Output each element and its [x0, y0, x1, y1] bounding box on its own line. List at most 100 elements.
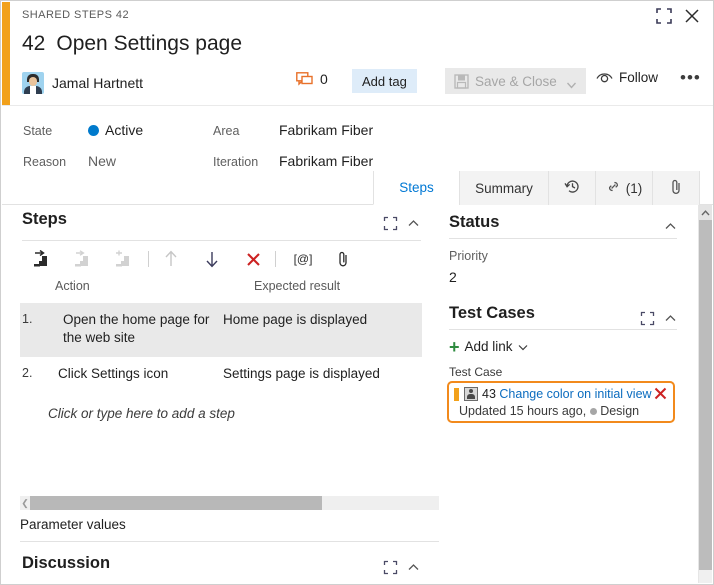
- work-item-title[interactable]: Open Settings page: [56, 32, 242, 56]
- reason-label: Reason: [23, 155, 67, 169]
- remove-link-icon[interactable]: [653, 386, 668, 404]
- create-shared-steps-icon: [110, 247, 134, 271]
- table-row[interactable]: 1. Open the home page for the web site H…: [20, 303, 422, 357]
- step-action[interactable]: Open the home page for the web site: [48, 303, 223, 357]
- step-action[interactable]: Click Settings icon: [48, 357, 223, 393]
- expand-icon[interactable]: [383, 560, 398, 575]
- work-item-header: SHARED STEPS 42 42 Open Settings page Ja…: [1, 1, 713, 105]
- plus-icon: +: [449, 336, 460, 357]
- work-item-type-accent-bar: [2, 2, 10, 105]
- work-item-window: SHARED STEPS 42 42 Open Settings page Ja…: [0, 0, 714, 585]
- follow-button[interactable]: Follow: [596, 70, 658, 85]
- save-and-close-button[interactable]: Save & Close: [445, 68, 586, 94]
- work-item-id: 42: [22, 32, 46, 55]
- step-expected-result[interactable]: Home page is displayed: [223, 303, 422, 357]
- move-down-icon[interactable]: [200, 247, 224, 271]
- follow-label: Follow: [619, 70, 659, 85]
- scroll-left-icon[interactable]: ❮: [20, 496, 30, 510]
- insert-parameter-icon[interactable]: [@]: [289, 247, 317, 271]
- tab-links[interactable]: (1): [595, 171, 652, 205]
- steps-section-header: Steps: [2, 205, 439, 241]
- eye-icon: [596, 73, 613, 83]
- tab-history[interactable]: [548, 171, 595, 205]
- page-title: 42 Open Settings page: [22, 32, 242, 56]
- insert-shared-steps-icon: [69, 247, 93, 271]
- steps-pane: Steps [@] Action Expected result 1. Open…: [2, 205, 512, 584]
- area-value[interactable]: Fabrikam Fiber: [279, 122, 373, 138]
- chevron-up-icon[interactable]: [407, 561, 420, 574]
- step-number: 2.: [22, 366, 33, 380]
- attach-file-icon[interactable]: [331, 247, 355, 271]
- table-row[interactable]: 2. Click Settings icon Settings page is …: [20, 357, 422, 393]
- expand-icon[interactable]: [383, 216, 398, 231]
- assigned-to-name[interactable]: Jamal Hartnett: [52, 75, 143, 91]
- priority-label: Priority: [449, 249, 488, 263]
- step-number: 1.: [22, 312, 33, 326]
- iteration-value[interactable]: Fabrikam Fiber: [279, 153, 373, 169]
- save-icon: [454, 73, 469, 89]
- delete-step-icon[interactable]: [241, 247, 265, 271]
- comment-icon: [296, 71, 313, 86]
- field-strip: State Active Reason New Area Fabrikam Fi…: [2, 105, 713, 172]
- tab-steps-label: Steps: [399, 180, 434, 195]
- comment-count: 0: [320, 71, 328, 87]
- tab-attachments[interactable]: [652, 171, 700, 205]
- test-case-updated-text: Updated 15 hours ago,: [459, 404, 587, 418]
- avatar: [22, 72, 44, 94]
- chevron-down-icon[interactable]: [518, 339, 528, 354]
- state-label: State: [23, 124, 53, 138]
- move-up-icon: [159, 247, 183, 271]
- details-pane: Status Priority 2 Test Cases + Add link …: [439, 205, 700, 583]
- link-group-label: Test Case: [449, 365, 503, 379]
- more-options-button[interactable]: •••: [680, 69, 701, 86]
- scrollbar-thumb[interactable]: [699, 220, 712, 570]
- test-case-link-name: Change color on initial view: [499, 387, 652, 401]
- steps-toolbar: [@]: [2, 241, 439, 277]
- chevron-down-icon[interactable]: [566, 77, 577, 92]
- state-color-dot: [590, 408, 598, 415]
- area-label: Area: [213, 124, 240, 138]
- state-value[interactable]: Active: [105, 122, 143, 138]
- close-icon[interactable]: [683, 7, 701, 25]
- expand-icon[interactable]: [640, 311, 655, 326]
- tab-summary[interactable]: Summary: [459, 171, 548, 205]
- test-case-link-title[interactable]: 43 Change color on initial view: [482, 387, 652, 401]
- status-section-title: Status: [449, 213, 500, 231]
- add-link-button[interactable]: + Add link: [449, 336, 528, 357]
- column-expected-result: Expected result: [254, 279, 341, 293]
- state-color-dot: [88, 125, 99, 136]
- add-step-placeholder[interactable]: Click or type here to add a step: [20, 393, 422, 421]
- test-case-link-id: 43: [482, 387, 496, 401]
- tab-summary-label: Summary: [475, 180, 533, 196]
- chevron-up-icon[interactable]: [407, 217, 420, 230]
- steps-section-title: Steps: [22, 210, 67, 228]
- test-case-state: Design: [600, 404, 640, 418]
- scrollbar-thumb[interactable]: [30, 496, 322, 510]
- steps-grid-header: Action Expected result: [2, 279, 439, 303]
- comment-count-button[interactable]: 0: [296, 71, 328, 87]
- save-and-close-label: Save & Close: [475, 73, 557, 89]
- link-icon: [606, 179, 621, 197]
- test-case-icon: [464, 387, 478, 401]
- chevron-up-icon[interactable]: [664, 312, 677, 325]
- insert-step-icon[interactable]: [28, 247, 52, 271]
- step-expected-result[interactable]: Settings page is displayed: [223, 357, 422, 393]
- discussion-section-header: Discussion: [2, 549, 439, 584]
- test-case-link-item[interactable]: 43 Change color on initial view Updated …: [447, 381, 675, 423]
- add-link-label: Add link: [464, 339, 513, 354]
- add-tag-button[interactable]: Add tag: [352, 69, 417, 93]
- priority-value[interactable]: 2: [449, 269, 457, 285]
- tab-links-count: (1): [625, 180, 643, 196]
- work-item-type-stripe: [454, 388, 459, 401]
- expand-icon[interactable]: [655, 7, 673, 25]
- tab-steps[interactable]: Steps: [373, 171, 459, 205]
- history-icon: [563, 178, 581, 198]
- test-case-link-subtitle: Updated 15 hours ago, Design: [459, 404, 639, 418]
- tab-bar: Steps Summary (1): [2, 171, 713, 205]
- steps-grid: 1. Open the home page for the web site H…: [20, 303, 422, 421]
- page-vertical-scrollbar[interactable]: [699, 205, 712, 583]
- reason-value[interactable]: New: [88, 153, 116, 169]
- paperclip-icon: [670, 179, 683, 198]
- chevron-up-icon[interactable]: [664, 220, 677, 233]
- scroll-up-icon[interactable]: [699, 205, 712, 220]
